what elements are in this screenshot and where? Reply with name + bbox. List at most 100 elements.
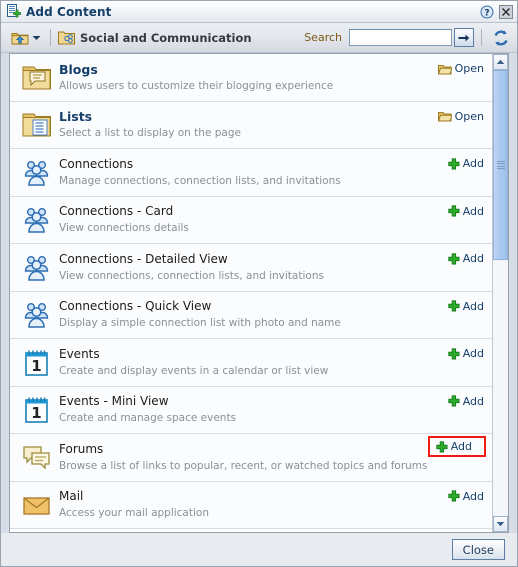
list-item-body: Connections - Card View connections detai… <box>59 203 448 236</box>
dialog-footer: Close <box>1 533 517 566</box>
plus-icon <box>448 395 460 407</box>
list-item-body: Forums Browse a list of links to popular,… <box>59 441 428 474</box>
list-item-title: Connections - Quick View <box>59 299 212 314</box>
list-item-title: Connections - Card <box>59 204 174 219</box>
connections-icon <box>21 157 51 187</box>
list-item-title: Blogs <box>59 61 98 77</box>
close-button[interactable]: Close <box>451 539 505 560</box>
scrollbar-down-button[interactable] <box>493 516 508 532</box>
list-item[interactable]: Connections Manage connections, connectio… <box>10 149 492 197</box>
chevron-down-icon[interactable] <box>29 30 43 46</box>
list-item-title: Events - Mini View <box>59 394 169 409</box>
add-action-button[interactable]: Add <box>427 436 486 457</box>
list-item-description: View connections details <box>59 222 189 235</box>
plus-icon <box>436 440 448 453</box>
connections-icon <box>21 205 51 235</box>
action-label: Add <box>462 299 484 313</box>
list-item-description: Manage connections, connection lists, an… <box>59 174 341 187</box>
add-action-button[interactable]: Add <box>448 395 486 408</box>
scrollbar-thumb[interactable] <box>493 70 508 260</box>
list-item-description: Display a simple connection list with ph… <box>59 317 341 330</box>
svg-text:1: 1 <box>31 404 41 422</box>
scrollbar-up-button[interactable] <box>493 54 508 70</box>
connections-icon <box>21 300 51 330</box>
list-item[interactable]: Mail Access your mail application Add <box>10 481 492 529</box>
plus-icon <box>448 300 460 312</box>
list-item[interactable]: 1 Events - Mini View Create and manage spa… <box>10 386 492 434</box>
list-item-body: Lists Select a list to display on the pag… <box>59 108 438 141</box>
dialog-title: Add Content <box>26 4 112 19</box>
list-item-body: Connections - Detailed View View connecti… <box>59 251 448 284</box>
plus-icon <box>448 205 460 217</box>
add-action-button[interactable]: Add <box>448 157 486 170</box>
list-item[interactable]: Blogs Allows users to customize their blo… <box>10 54 492 102</box>
list-item-title: Events <box>59 346 100 361</box>
search-label: Search <box>304 31 342 44</box>
open-action-button[interactable]: Open <box>437 62 486 75</box>
add-content-dialog: Add Content ? Social and Communication S… <box>0 0 518 567</box>
calendar-icon: 1 <box>21 347 51 377</box>
dialog-toolbar: Social and Communication Search <box>1 23 517 53</box>
folder-up-icon[interactable] <box>11 30 29 46</box>
add-action-button[interactable]: Add <box>448 205 486 218</box>
add-action-button[interactable]: Add <box>448 490 486 503</box>
list-scrollbar[interactable] <box>492 54 508 532</box>
dialog-titlebar: Add Content ? <box>1 1 517 23</box>
add-action-button[interactable]: Add <box>448 252 486 265</box>
add-action-button[interactable]: Add <box>448 347 486 360</box>
list-item-body: Mail Access your mail application <box>59 488 448 521</box>
list-item[interactable]: Lists Select a list to display on the pag… <box>10 101 492 149</box>
list-item-title: Mail <box>59 489 84 504</box>
toolbar-separator-2 <box>481 29 482 46</box>
calendar-icon: 1 <box>21 395 51 425</box>
action-label: Add <box>462 394 484 408</box>
refresh-icon[interactable] <box>491 28 511 48</box>
list-item-description: View connections, connection lists, and … <box>59 269 324 282</box>
open-folder-icon <box>437 63 452 75</box>
list-item-description: Select a list to display on the page <box>59 127 241 140</box>
plus-icon <box>448 252 460 265</box>
action-label: Add <box>462 157 484 170</box>
list-item[interactable]: Connections - Card View connections detai… <box>10 196 492 244</box>
list-item[interactable]: Connections - Detailed View View connecti… <box>10 244 492 292</box>
content-list: Blogs Allows users to customize their blo… <box>10 54 492 532</box>
plus-icon <box>448 347 460 360</box>
list-item-body: Blogs Allows users to customize their blo… <box>59 61 438 94</box>
list-item-body: Events Create and display events in a cal… <box>59 346 448 379</box>
list-item[interactable]: Connections - Quick View Display a simple… <box>10 291 492 339</box>
action-label: Add <box>462 489 484 503</box>
svg-text:1: 1 <box>31 357 41 375</box>
list-item-description: Access your mail application <box>59 507 209 520</box>
list-item-title: Forums <box>59 441 104 456</box>
close-icon[interactable] <box>498 4 514 20</box>
plus-icon <box>448 490 460 502</box>
list-item-title: Lists <box>59 109 93 125</box>
plus-icon <box>448 157 460 170</box>
list-item-body: Connections Manage connections, connectio… <box>59 156 448 189</box>
action-label: Open <box>454 62 484 75</box>
list-item-description: Create and manage space events <box>59 412 237 425</box>
open-action-button[interactable]: Open <box>437 110 486 123</box>
open-folder-icon <box>437 110 452 122</box>
folder-list-icon <box>21 110 51 140</box>
action-label: Add <box>462 347 484 360</box>
search-input[interactable] <box>349 29 452 46</box>
scrollbar-grip <box>496 159 505 171</box>
forums-icon <box>21 442 51 472</box>
add-content-icon <box>6 4 21 19</box>
connections-icon <box>21 252 51 282</box>
list-item[interactable]: 1 Events Create and display events in a ca… <box>10 339 492 387</box>
list-item-description: Browse a list of links to popular, recen… <box>59 459 428 472</box>
action-label: Add <box>462 252 484 265</box>
help-icon[interactable]: ? <box>479 4 495 20</box>
list-item-description: Create and display events in a calendar … <box>59 364 329 377</box>
breadcrumb[interactable]: Social and Communication <box>58 30 252 45</box>
search-go-button[interactable] <box>454 28 474 47</box>
mail-icon <box>21 490 51 520</box>
list-item-title: Connections - Detailed View <box>59 251 228 266</box>
add-action-button[interactable]: Add <box>448 300 486 313</box>
action-label: Add <box>462 204 484 218</box>
scrollbar-track[interactable] <box>493 70 508 516</box>
list-item[interactable]: Forums Browse a list of links to popular,… <box>10 434 492 482</box>
social-folder-icon <box>58 30 75 45</box>
